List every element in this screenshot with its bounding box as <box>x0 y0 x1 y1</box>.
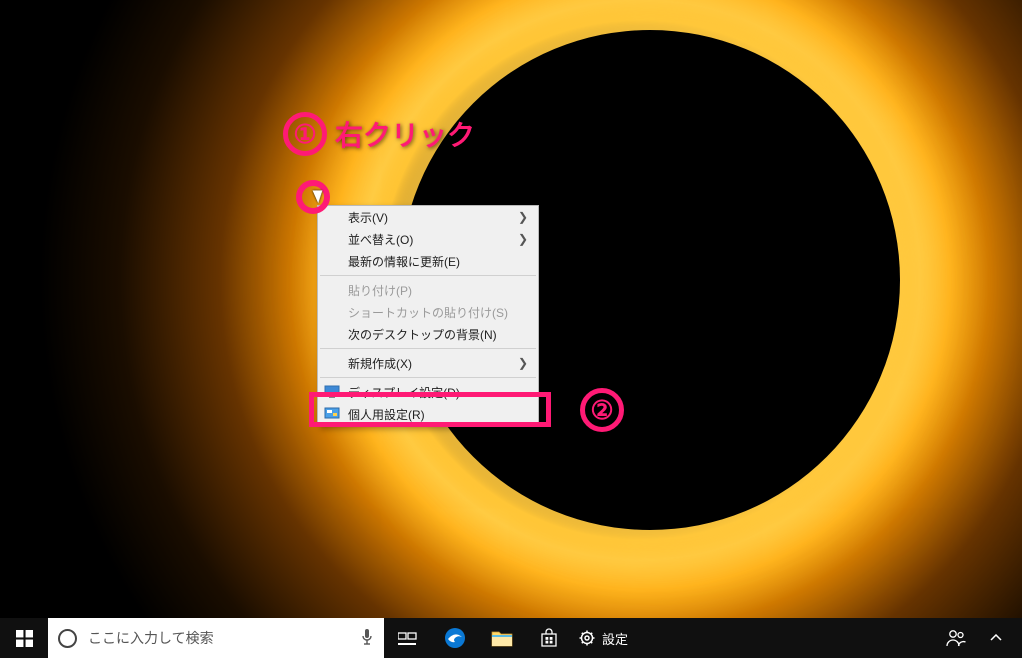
search-placeholder: ここに入力して検索 <box>88 628 214 648</box>
settings-app-button[interactable]: 設定 <box>572 629 628 648</box>
microphone-icon[interactable] <box>360 628 374 649</box>
menu-label: 新規作成(X) <box>348 355 412 372</box>
windows-logo-icon <box>16 630 33 647</box>
menu-label: ショートカットの貼り付け(S) <box>348 304 508 321</box>
menu-item-display-settings[interactable]: ディスプレイ設定(D) <box>318 381 538 403</box>
menu-label: ディスプレイ設定(D) <box>348 384 460 401</box>
start-button[interactable] <box>0 618 48 658</box>
settings-label-text: 設定 <box>602 629 628 648</box>
cortana-icon <box>58 629 77 648</box>
task-view-button[interactable] <box>384 618 431 658</box>
desktop-context-menu: 表示(V) ❯ 並べ替え(O) ❯ 最新の情報に更新(E) 貼り付け(P) ショ… <box>317 205 539 426</box>
menu-label: 並べ替え(O) <box>348 231 413 248</box>
taskbar-pinned-apps: 設定 <box>384 618 628 658</box>
menu-item-refresh[interactable]: 最新の情報に更新(E) <box>318 250 538 272</box>
menu-item-new[interactable]: 新規作成(X) ❯ <box>318 352 538 374</box>
menu-item-sort[interactable]: 並べ替え(O) ❯ <box>318 228 538 250</box>
menu-label: 表示(V) <box>348 209 388 226</box>
menu-label: 貼り付け(P) <box>348 282 412 299</box>
submenu-arrow-icon: ❯ <box>518 210 528 224</box>
system-tray <box>940 618 1022 658</box>
menu-separator <box>320 348 536 349</box>
file-explorer-button[interactable] <box>478 618 525 658</box>
tray-chevron-up-icon[interactable] <box>980 618 1012 658</box>
menu-separator <box>320 275 536 276</box>
edge-browser-button[interactable] <box>431 618 478 658</box>
menu-item-next-background[interactable]: 次のデスクトップの背景(N) <box>318 323 538 345</box>
menu-item-paste: 貼り付け(P) <box>318 279 538 301</box>
people-icon[interactable] <box>940 618 972 658</box>
menu-label: 次のデスクトップの背景(N) <box>348 326 497 343</box>
annotation-step-1: ① 右クリック <box>283 112 475 156</box>
taskbar: ここに入力して検索 設定 <box>0 618 1022 658</box>
search-input[interactable]: ここに入力して検索 <box>48 618 384 658</box>
menu-item-personalize[interactable]: 個人用設定(R) <box>318 403 538 425</box>
store-button[interactable] <box>525 618 572 658</box>
annotation-label-1: 右クリック <box>335 114 475 154</box>
menu-label: 個人用設定(R) <box>348 406 425 423</box>
menu-label: 最新の情報に更新(E) <box>348 253 460 270</box>
submenu-arrow-icon: ❯ <box>518 356 528 370</box>
annotation-step-2: ② <box>580 388 624 432</box>
annotation-number-1: ① <box>283 112 327 156</box>
display-icon <box>323 384 341 400</box>
menu-item-paste-shortcut: ショートカットの貼り付け(S) <box>318 301 538 323</box>
menu-item-view[interactable]: 表示(V) ❯ <box>318 206 538 228</box>
submenu-arrow-icon: ❯ <box>518 232 528 246</box>
personalize-icon <box>323 406 341 422</box>
gear-icon <box>579 630 595 646</box>
annotation-number-2: ② <box>580 388 624 432</box>
menu-separator <box>320 377 536 378</box>
